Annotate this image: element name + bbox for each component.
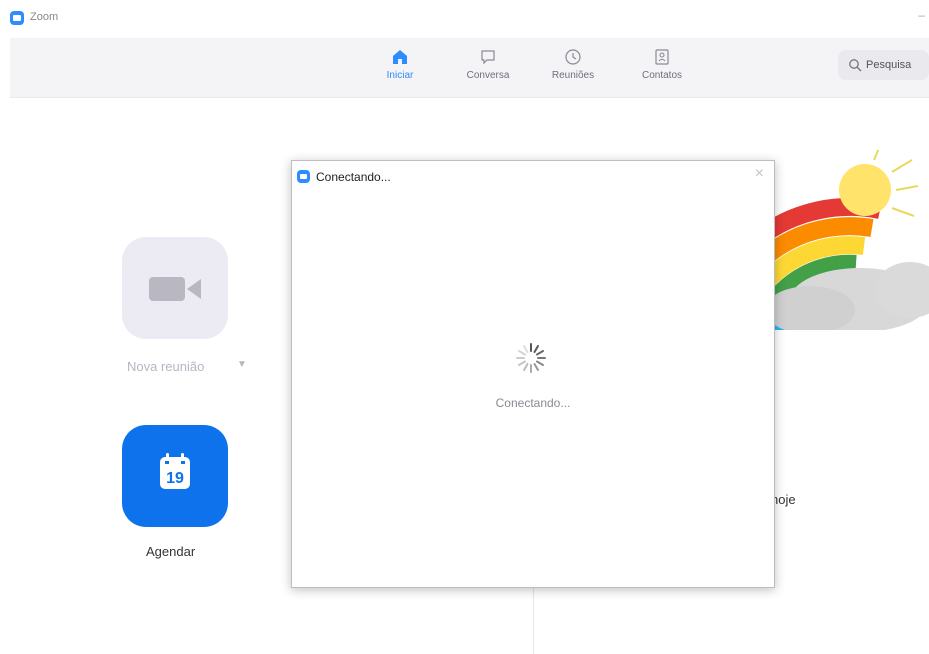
- close-icon[interactable]: ×: [755, 165, 764, 183]
- search-icon: [848, 58, 862, 72]
- new-meeting-label: Nova reunião: [127, 359, 205, 374]
- tab-label: Reuniões: [551, 70, 595, 81]
- tab-iniciar[interactable]: Iniciar: [365, 48, 435, 92]
- top-navigation: Iniciar Conversa Reuniões Contatos Pesqu…: [10, 38, 929, 98]
- home-icon: [391, 48, 409, 66]
- loading-spinner-icon: [516, 343, 546, 373]
- zoom-logo-icon: [297, 170, 310, 183]
- app-title: Zoom: [30, 11, 59, 23]
- tab-label: Contatos: [641, 70, 683, 81]
- chat-icon: [479, 48, 497, 66]
- schedule-button[interactable]: 19: [122, 425, 228, 527]
- contacts-icon: [653, 48, 671, 66]
- search-input[interactable]: Pesquisa: [838, 50, 929, 80]
- chevron-down-icon[interactable]: ▼: [237, 359, 247, 370]
- minimize-button[interactable]: –: [918, 8, 925, 22]
- divider: [533, 580, 534, 654]
- schedule-label: Agendar: [146, 544, 196, 559]
- new-meeting-button[interactable]: [122, 237, 228, 339]
- clock-icon: [564, 48, 582, 66]
- tab-label: Iniciar: [386, 70, 414, 81]
- zoom-logo-icon: [10, 11, 24, 25]
- tab-label: Conversa: [466, 70, 510, 81]
- video-camera-icon: [149, 277, 201, 301]
- connecting-status: Conectando...: [495, 396, 571, 410]
- tab-contatos[interactable]: Contatos: [627, 48, 697, 92]
- tab-reunioes[interactable]: Reuniões: [538, 48, 608, 92]
- connecting-dialog: Conectando... × Conectando...: [291, 160, 775, 588]
- search-placeholder: Pesquisa: [866, 59, 912, 71]
- dialog-title: Conectando...: [316, 170, 391, 184]
- calendar-day: 19: [166, 470, 184, 487]
- tab-conversa[interactable]: Conversa: [453, 48, 523, 92]
- title-bar: Zoom –: [0, 0, 929, 38]
- calendar-icon: 19: [160, 453, 190, 489]
